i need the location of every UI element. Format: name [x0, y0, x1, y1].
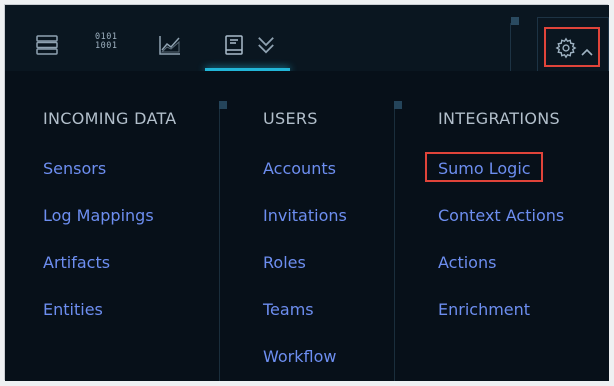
- incoming-data-column: INCOMING DATA: [43, 109, 177, 129]
- menu-item-log-mappings[interactable]: Log Mappings: [43, 206, 154, 226]
- column-divider: [394, 101, 395, 381]
- book-icon[interactable]: [222, 33, 246, 57]
- menu-item-sensors[interactable]: Sensors: [43, 159, 106, 179]
- menu-item-workflow[interactable]: Workflow: [263, 347, 336, 367]
- integrations-column: INTEGRATIONS: [438, 109, 560, 129]
- binary-icon[interactable]: 0101 1001: [95, 33, 121, 57]
- menu-item-accounts[interactable]: Accounts: [263, 159, 336, 179]
- menu-item-enrichment[interactable]: Enrichment: [438, 300, 530, 320]
- menu-item-context-actions[interactable]: Context Actions: [438, 206, 564, 226]
- settings-button[interactable]: [544, 27, 600, 67]
- chart-icon[interactable]: [158, 33, 182, 57]
- settings-dropdown-menu: INCOMING DATA Sensors Log Mappings Artif…: [5, 71, 609, 381]
- menu-item-teams[interactable]: Teams: [263, 300, 314, 320]
- menu-item-entities[interactable]: Entities: [43, 300, 103, 320]
- column-heading: USERS: [263, 109, 318, 128]
- chevron-up-icon: [581, 42, 593, 56]
- app-window: 0101 1001 INCOMING DATA Sensors Log Mapp…: [4, 4, 609, 381]
- column-heading: INTEGRATIONS: [438, 109, 560, 128]
- database-icon[interactable]: [35, 33, 59, 57]
- top-nav-bar: 0101 1001: [5, 5, 609, 72]
- users-column: USERS: [263, 109, 318, 129]
- menu-item-invitations[interactable]: Invitations: [263, 206, 347, 226]
- binary-line-2: 1001: [95, 41, 118, 51]
- gear-icon: [555, 37, 577, 59]
- menu-item-artifacts[interactable]: Artifacts: [43, 253, 110, 273]
- column-divider-marker: [219, 101, 227, 109]
- column-divider: [219, 101, 220, 381]
- divider-line: [510, 23, 511, 71]
- menu-item-sumo-logic[interactable]: Sumo Logic: [438, 159, 531, 179]
- column-heading: INCOMING DATA: [43, 109, 177, 128]
- menu-item-actions[interactable]: Actions: [438, 253, 496, 273]
- divider-marker: [511, 17, 519, 25]
- column-divider-marker: [394, 101, 402, 109]
- menu-item-roles[interactable]: Roles: [263, 253, 306, 273]
- chevron-down-icon[interactable]: [254, 33, 274, 54]
